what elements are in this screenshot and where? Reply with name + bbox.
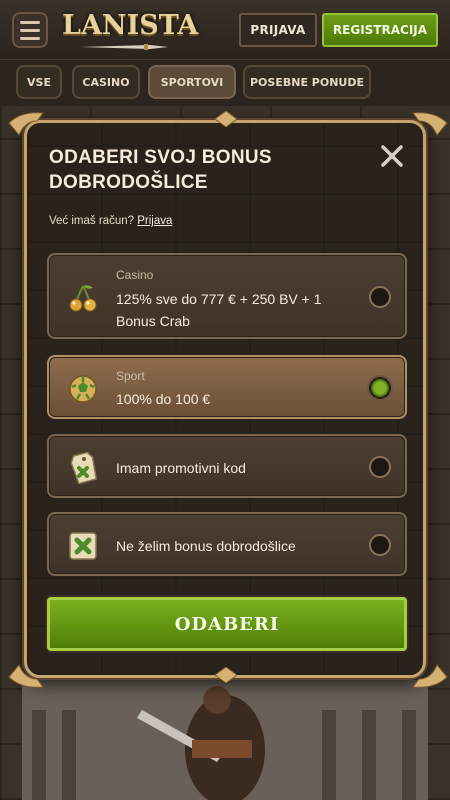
tab-casino[interactable]: CASINO [72,65,140,99]
modal-title: ODABERI SVOJ BONUS DOBRODOŠLICE [49,147,272,193]
soccer-ball-icon [69,375,97,403]
option-category-label: Sport [116,369,145,383]
corner-ornament-icon [412,664,448,688]
option-radio[interactable] [369,286,391,308]
background-gladiator-arena [22,680,428,800]
login-link[interactable]: Prijava [137,215,172,227]
tab-sportovi[interactable]: SPORTOVI [148,65,236,99]
hamburger-icon-line [20,20,40,24]
sword-icon [80,44,168,50]
top-gem-ornament-icon [215,111,237,127]
corner-ornament-icon [412,112,448,136]
bonus-option-no-bonus[interactable]: Ne želim bonus dobrodošlice [47,512,407,576]
option-description: 125% sve do 777 € + 250 BV + 1 Bonus Cra… [116,291,322,329]
hamburger-icon-line [20,28,40,32]
option-category-label: Casino [116,268,154,282]
option-radio-selected[interactable] [369,377,391,399]
category-nav: VSE CASINO SPORTOVI POSEBNE PONUDE [0,60,450,106]
login-prompt: Već imaš račun? Prijava [49,215,172,227]
close-icon[interactable] [379,143,405,169]
welcome-bonus-modal: ODABERI SVOJ BONUS DOBRODOŠLICE Već imaš… [8,111,448,688]
cherries-icon [69,285,97,312]
bonus-option-casino[interactable]: Casino 125% sve do 777 € + 250 BV + 1 Bo… [47,253,407,339]
bottom-gem-ornament-icon [215,667,237,683]
clover-card-icon [69,532,97,560]
option-description: 100% do 100 € [116,391,211,407]
bonus-option-sport[interactable]: Sport 100% do 100 € [47,355,407,419]
select-bonus-button[interactable]: ODABERI [47,597,407,651]
tab-posebne-ponude[interactable]: POSEBNE PONUDE [243,65,371,99]
corner-ornament-icon [8,112,44,136]
register-button[interactable]: REGISTRACIJA [322,13,438,47]
top-header: LANISTA PRIJAVA REGISTRACIJA [0,0,450,60]
corner-ornament-icon [8,664,44,688]
option-description: Ne želim bonus dobrodošlice [116,538,296,554]
logo-text: LANISTA [62,10,199,41]
option-radio[interactable] [369,534,391,556]
lanista-logo[interactable]: LANISTA [62,8,198,52]
tab-vse[interactable]: VSE [16,65,62,99]
login-prompt-text: Već imaš račun? [49,215,135,227]
login-button[interactable]: PRIJAVA [239,13,317,47]
option-description: Imam promotivni kod [116,460,246,476]
menu-button[interactable] [12,12,48,48]
promo-tag-icon [70,452,98,484]
hamburger-icon-line [20,36,40,40]
bonus-option-promo-code[interactable]: Imam promotivni kod [47,434,407,498]
option-radio[interactable] [369,456,391,478]
